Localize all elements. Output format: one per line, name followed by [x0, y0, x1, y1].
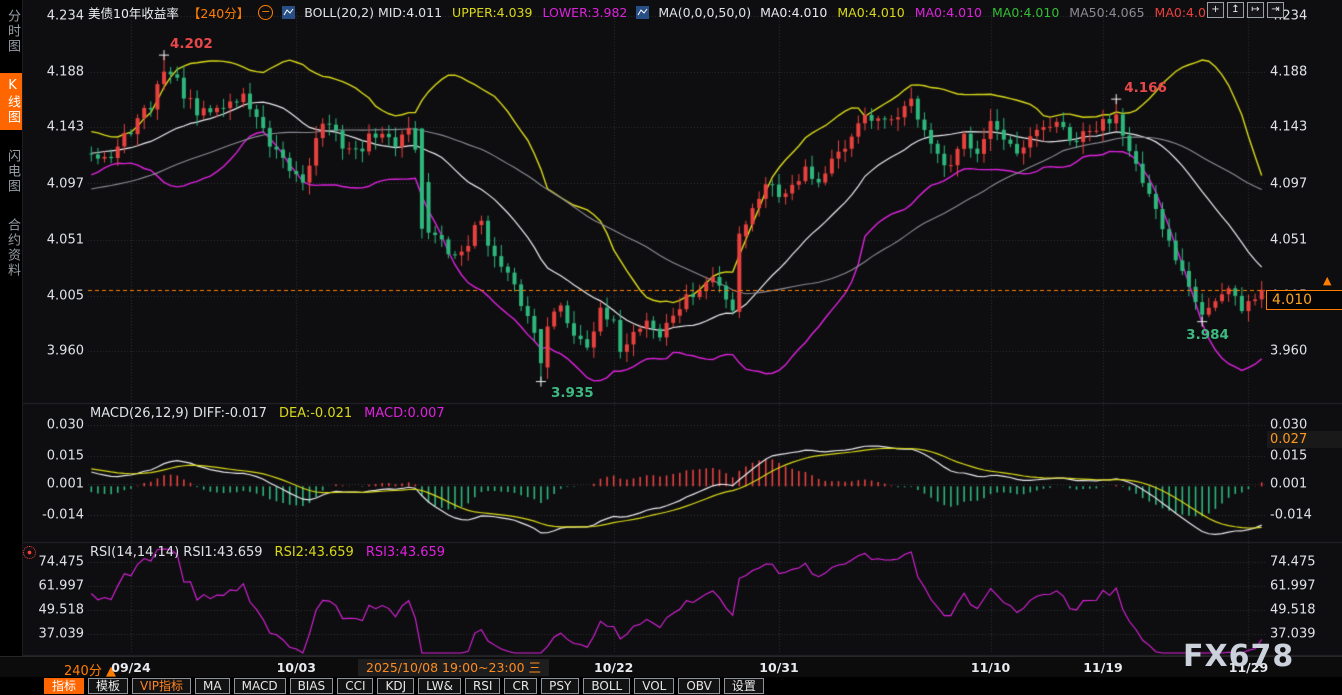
rsi-tick-left: 37.039: [26, 627, 84, 642]
tab-KDJ[interactable]: KDJ: [377, 678, 414, 694]
period-label: 【240分】: [188, 3, 249, 22]
tab-CCI[interactable]: CCI: [337, 678, 373, 694]
rsi-tick-left: 61.997: [26, 578, 84, 593]
price-tick-left: 3.960: [26, 344, 84, 359]
date-11/10: 11/10: [971, 660, 1010, 675]
boll-indicator-icon[interactable]: [282, 6, 295, 19]
price-tick-left: 4.143: [26, 120, 84, 135]
crosshair-icon[interactable]: +: [1207, 2, 1224, 18]
tab-指标[interactable]: 指标: [44, 678, 84, 694]
tab-VIP指标[interactable]: VIP指标: [132, 678, 191, 694]
annotation-4.166: 4.166: [1124, 80, 1167, 96]
ma-params-label: MA(0,0,0,50,0): [658, 5, 751, 20]
macd-tick-right: 0.001: [1270, 477, 1307, 492]
price-tick-left: 4.005: [26, 288, 84, 303]
price-tick-right: 4.188: [1270, 65, 1307, 80]
rsi-header: RSI(14,14,14) RSI1:43.659 RSI2:43.659 RS…: [90, 545, 445, 560]
rsi-tick-left: 49.518: [26, 602, 84, 617]
price-tick-right: 4.143: [1270, 120, 1307, 135]
price-tick-left: 4.051: [26, 232, 84, 247]
collapse-circle-icon[interactable]: −: [258, 5, 273, 20]
tab-RSI[interactable]: RSI: [465, 678, 501, 694]
time-axis: 240分 ▲ 09/2410/0310/2210/3111/1011/1911/…: [0, 656, 1342, 678]
panel-alert-icon: [23, 546, 36, 559]
boll-value: UPPER:4.039: [452, 5, 532, 20]
pan-right-icon[interactable]: ⇥: [1267, 2, 1284, 18]
rsi-title: RSI(14,14,14) RSI1:43.659: [90, 545, 263, 560]
annotation-3.984: 3.984: [1186, 327, 1229, 343]
tab-模板[interactable]: 模板: [88, 678, 128, 694]
watermark: FX678: [1183, 639, 1294, 674]
price-tick-right: 4.051: [1270, 232, 1307, 247]
tab-CR[interactable]: CR: [504, 678, 537, 694]
current-price-box: 4.010: [1266, 290, 1342, 310]
macd-macd-value: MACD:0.007: [364, 406, 445, 421]
rsi-tick-right: 49.518: [1270, 602, 1316, 617]
sidebar-item-K线图[interactable]: K线图: [0, 73, 22, 130]
indicator-toolbar: 指标模板VIP指标MAMACDBIASCCIKDJLW&RSICRPSYBOLL…: [0, 677, 1342, 695]
ma-value: MA0:4.010: [760, 5, 827, 20]
date-09/24: 09/24: [111, 660, 150, 675]
tab-MACD[interactable]: MACD: [234, 678, 286, 694]
date-10/31: 10/31: [759, 660, 798, 675]
ma-value: MA0:4.010: [915, 5, 982, 20]
price-tick-right: 3.960: [1270, 344, 1307, 359]
macd-tick-left: 0.015: [26, 448, 84, 463]
rsi3-value: RSI3:43.659: [366, 545, 445, 560]
price-tick-right: 4.097: [1270, 176, 1307, 191]
annotation-4.202: 4.202: [170, 36, 213, 52]
chart-canvas[interactable]: [0, 0, 1342, 695]
annotation-3.935: 3.935: [551, 385, 594, 401]
ma-values: MA0:4.010 MA0:4.010 MA0:4.010 MA0:4.010 MA50…: [760, 5, 1222, 20]
ma-value: MA50:4.065: [1069, 5, 1144, 20]
ma-value: MA0:4.010: [992, 5, 1059, 20]
rsi-tick-left: 74.475: [26, 555, 84, 570]
macd-tick-right: 0.015: [1270, 448, 1307, 463]
tab-BIAS[interactable]: BIAS: [290, 678, 334, 694]
macd-tick-left: 0.001: [26, 477, 84, 492]
x-axis-scale-icon[interactable]: ↦: [1247, 2, 1264, 18]
rsi-tick-right: 61.997: [1270, 578, 1316, 593]
macd-tick-right: -0.014: [1270, 508, 1312, 523]
symbol-title: 美债10年收益率: [88, 3, 179, 22]
sidebar-item-分时图[interactable]: 分时图: [0, 4, 22, 59]
rsi2-value: RSI2:43.659: [275, 545, 354, 560]
macd-dea-value: DEA:-0.021: [279, 406, 352, 421]
tab-PSY[interactable]: PSY: [541, 678, 579, 694]
ma-indicator-icon[interactable]: [636, 6, 649, 19]
date-10/22: 10/22: [594, 660, 633, 675]
indicator-header: 美债10年收益率 【240分】 − BOLL(20,2) MID:4.011 UP…: [88, 3, 1222, 21]
macd-title: MACD(26,12,9) DIFF:-0.017: [90, 406, 267, 421]
toolbar-tabs: 指标模板VIP指标MAMACDBIASCCIKDJLW&RSICRPSYBOLL…: [44, 678, 764, 694]
price-tick-left: 4.188: [26, 65, 84, 80]
tab-LW&[interactable]: LW&: [418, 678, 461, 694]
boll-value: BOLL(20,2) MID:4.011: [304, 5, 442, 20]
trading-app: { "app": {"watermark": "FX678"}, "sideba…: [0, 0, 1342, 695]
y-axis-scale-icon[interactable]: ↥: [1227, 2, 1244, 18]
window-controls: +↥↦⇥: [1207, 2, 1284, 18]
crosshair-date-box: 2025/10/08 19:00~23:00 三: [358, 659, 549, 676]
macd-header: MACD(26,12,9) DIFF:-0.017 DEA:-0.021 MAC…: [90, 406, 445, 421]
macd-highlight-box: 0.027: [1267, 431, 1342, 448]
sidebar-item-合约资料[interactable]: 合约资料: [0, 213, 22, 283]
price-arrow-icon: ▲: [1323, 274, 1331, 287]
price-tick-left: 4.234: [26, 9, 84, 24]
chart-type-sidebar: 分时图 K线图闪电图合约资料: [0, 0, 23, 656]
tab-BOLL[interactable]: BOLL: [583, 678, 630, 694]
boll-values: BOLL(20,2) MID:4.011 UPPER:4.039 LOWER:3.9…: [304, 5, 627, 20]
macd-tick-left: -0.014: [26, 508, 84, 523]
date-10/03: 10/03: [277, 660, 316, 675]
sidebar-item-闪电图[interactable]: 闪电图: [0, 144, 22, 199]
macd-tick-left: 0.030: [26, 418, 84, 433]
tab-设置[interactable]: 设置: [724, 678, 764, 694]
tab-OBV[interactable]: OBV: [678, 678, 720, 694]
price-tick-left: 4.097: [26, 176, 84, 191]
tab-MA[interactable]: MA: [195, 678, 230, 694]
tab-VOL[interactable]: VOL: [634, 678, 674, 694]
boll-value: LOWER:3.982: [542, 5, 627, 20]
date-11/19: 11/19: [1083, 660, 1122, 675]
rsi-tick-right: 74.475: [1270, 555, 1316, 570]
ma-value: MA0:4.010: [837, 5, 904, 20]
